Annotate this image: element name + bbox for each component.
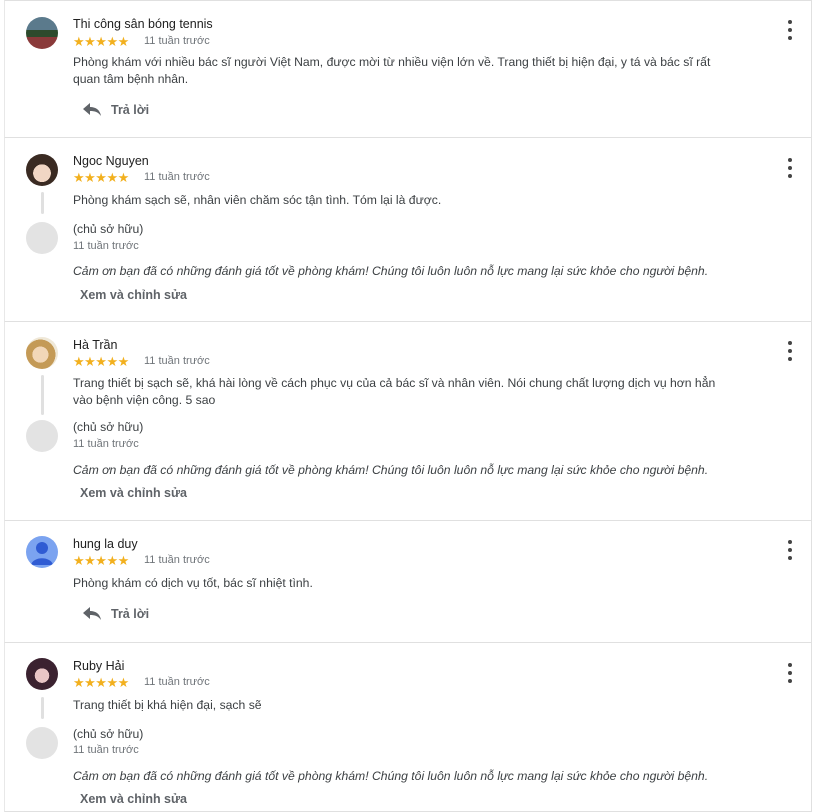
star-rating: ★★★★★ <box>73 553 129 568</box>
owner-label: (chủ sở hữu) <box>73 727 144 741</box>
more-options-icon[interactable] <box>787 158 793 178</box>
reply-button[interactable]: Trả lời <box>83 604 149 624</box>
review-card: Ngoc Nguyen ★★★★★ 11 tuần trước Phòng kh… <box>4 137 812 322</box>
owner-reply-text: Cảm ơn bạn đã có những đánh giá tốt về p… <box>73 264 709 278</box>
reviewer-name[interactable]: Ruby Hải <box>73 659 124 673</box>
reply-icon <box>83 607 101 620</box>
review-text: Phòng khám với nhiều bác sĩ người Việt N… <box>73 55 711 86</box>
review-text: Trang thiết bị khá hiện đại, sạch sẽ <box>73 698 262 712</box>
star-rating: ★★★★★ <box>73 34 129 49</box>
review-time: 11 tuần trước <box>144 554 210 566</box>
review-card: Ruby Hải ★★★★★ 11 tuần trước Trang thiết… <box>4 642 812 812</box>
reply-label: Trả lời <box>111 103 150 117</box>
reply-icon <box>83 103 101 116</box>
star-rating: ★★★★★ <box>73 170 129 185</box>
reply-button[interactable]: Trả lời <box>83 100 149 120</box>
reply-label: Trả lời <box>111 607 150 621</box>
thread-line <box>41 192 44 214</box>
reviewer-avatar[interactable] <box>26 536 58 568</box>
owner-avatar <box>26 420 58 452</box>
owner-label: (chủ sở hữu) <box>73 420 144 434</box>
review-text: Phòng khám sạch sẽ, nhân viên chăm sóc t… <box>73 193 442 207</box>
review-text: Phòng khám có dịch vụ tốt, bác sĩ nhiệt … <box>73 576 313 590</box>
reviewer-name[interactable]: Thi công sân bóng tennis <box>73 17 213 31</box>
star-rating: ★★★★★ <box>73 675 129 690</box>
owner-reply-time: 11 tuần trước <box>73 744 139 756</box>
reviewer-avatar[interactable] <box>26 154 58 186</box>
owner-avatar <box>26 222 58 254</box>
owner-label: (chủ sở hữu) <box>73 222 144 236</box>
review-card: hung la duy ★★★★★ 11 tuần trước Phòng kh… <box>4 520 812 643</box>
edit-reply-button[interactable]: Xem và chỉnh sửa <box>80 288 187 302</box>
review-time: 11 tuần trước <box>144 355 210 367</box>
more-options-icon[interactable] <box>787 663 793 683</box>
reviewer-name[interactable]: Ngoc Nguyen <box>73 154 149 168</box>
reviewer-avatar[interactable] <box>26 337 58 369</box>
owner-reply-time: 11 tuần trước <box>73 438 139 450</box>
reviewer-avatar[interactable] <box>26 658 58 690</box>
thread-line <box>41 375 44 415</box>
default-user-icon <box>31 542 53 565</box>
review-time: 11 tuần trước <box>144 35 210 47</box>
review-card: Hà Trần ★★★★★ 11 tuần trước Trang thiết … <box>4 321 812 521</box>
star-rating: ★★★★★ <box>73 354 129 369</box>
reviewer-avatar[interactable] <box>26 17 58 49</box>
edit-reply-button[interactable]: Xem và chỉnh sửa <box>80 486 187 500</box>
owner-reply-text: Cảm ơn bạn đã có những đánh giá tốt về p… <box>73 463 709 477</box>
owner-reply-text: Cảm ơn bạn đã có những đánh giá tốt về p… <box>73 769 709 783</box>
owner-avatar <box>26 727 58 759</box>
review-card: Thi công sân bóng tennis ★★★★★ 11 tuần t… <box>4 0 812 138</box>
reviewer-name[interactable]: hung la duy <box>73 537 138 551</box>
reviewer-name[interactable]: Hà Trần <box>73 338 117 352</box>
review-text: Trang thiết bị sạch sẽ, khá hài lòng về … <box>73 376 716 407</box>
owner-reply-time: 11 tuần trước <box>73 240 139 252</box>
review-time: 11 tuần trước <box>144 676 210 688</box>
more-options-icon[interactable] <box>787 20 793 40</box>
thread-line <box>41 697 44 719</box>
more-options-icon[interactable] <box>787 540 793 560</box>
review-time: 11 tuần trước <box>144 171 210 183</box>
more-options-icon[interactable] <box>787 341 793 361</box>
